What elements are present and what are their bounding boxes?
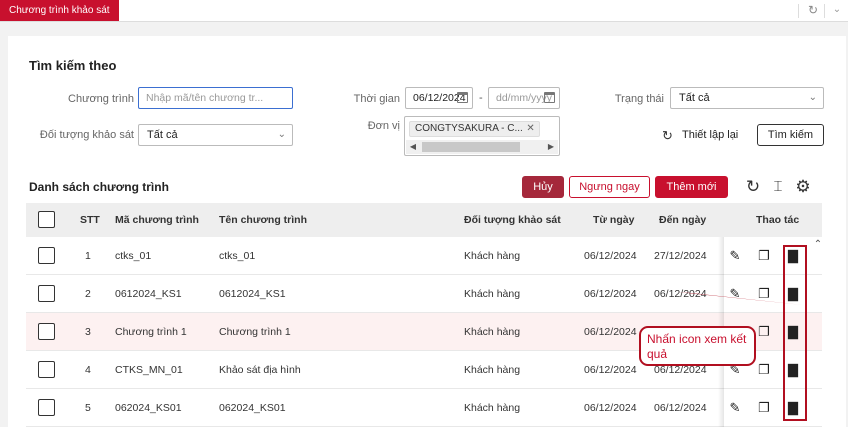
callout-pointer <box>678 292 803 305</box>
divider <box>798 4 799 18</box>
main-panel: Tìm kiếm theo Chương trình Nhập mã/tên c… <box>8 36 846 427</box>
callout: Nhấn icon xem kết quả <box>639 326 756 366</box>
refresh-icon[interactable]: ↻ <box>806 3 820 17</box>
tab-survey-program[interactable]: Chương trình khảo sát <box>0 0 119 21</box>
divider <box>824 4 825 18</box>
callout-text: Nhấn icon xem kết quả <box>647 332 747 361</box>
top-bar: Chương trình khảo sát ↻ ⌄ <box>0 0 848 22</box>
chevron-down-icon[interactable]: ⌄ <box>831 3 843 17</box>
